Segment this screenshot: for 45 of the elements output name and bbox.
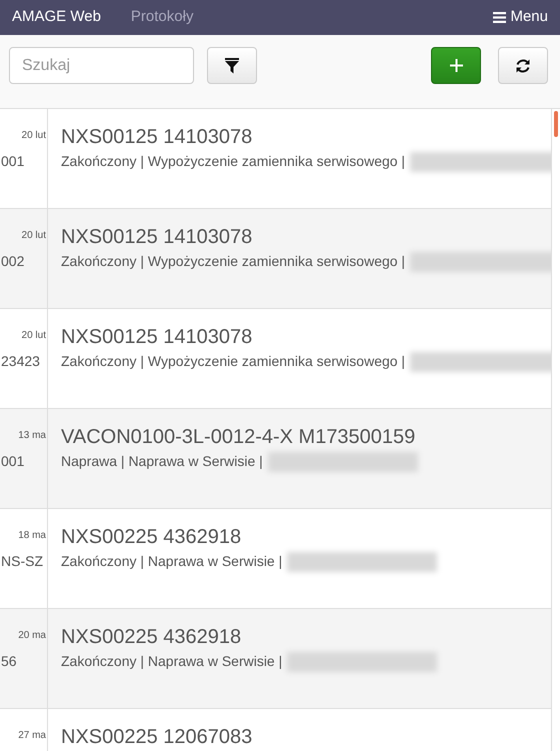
row-title: NXS00125 14103078 bbox=[61, 225, 254, 250]
row-date: 20 lut bbox=[22, 329, 46, 343]
filter-button[interactable] bbox=[207, 47, 257, 84]
refresh-button[interactable] bbox=[498, 47, 548, 84]
plus-icon bbox=[450, 59, 462, 72]
row-title: NXS00125 14103078 bbox=[61, 325, 254, 350]
nav-link[interactable]: Protokoły bbox=[130, 6, 194, 29]
app-brand[interactable]: AMAGE Web bbox=[12, 6, 101, 29]
row-title: NXS00225 4362918 bbox=[61, 525, 242, 550]
list-row[interactable]: 18 ma NS-SZ NXS00225 4362918 Zakończony | Naprawa w Serwisie | bbox=[0, 509, 551, 609]
refresh-icon bbox=[515, 58, 531, 74]
row-number: 002 bbox=[0, 252, 24, 271]
scrollbar[interactable] bbox=[551, 109, 560, 751]
list-row[interactable]: 20 lut 002 NXS00125 14103078 Zakończony | Wypożyczenie zamiennika serwisowego | bbox=[0, 209, 551, 309]
row-number: 56 bbox=[0, 652, 17, 671]
row-number: NS-SZ bbox=[0, 552, 43, 571]
row-number: 001 bbox=[0, 452, 24, 471]
list-row[interactable]: 20 lut 001 NXS00125 14103078 Zakończony | Wypożyczenie zamiennika serwisowego | bbox=[0, 109, 551, 209]
search-field[interactable]: Szukaj bbox=[9, 47, 194, 84]
row-number: 001 bbox=[0, 152, 24, 171]
row-details: Naprawa | Naprawa w Serwisie | bbox=[61, 452, 263, 471]
list-row[interactable]: 20 ma 56 NXS00225 4362918 Zakończony | Naprawa w Serwisie | bbox=[0, 609, 551, 709]
row-date: 20 lut bbox=[22, 229, 46, 243]
row-date: 20 lut bbox=[22, 129, 46, 143]
list-row[interactable]: 20 lut 23423 NXS00125 14103078 Zakończony | Wypożyczenie zamiennika serwisowego | bbox=[0, 309, 551, 409]
row-title: NXS00225 12067083 bbox=[61, 725, 254, 750]
menu-button[interactable]: Menu bbox=[493, 6, 548, 29]
filter-icon bbox=[225, 58, 239, 74]
row-date: 20 ma bbox=[18, 629, 46, 643]
row-details: Zakończony | Naprawa w Serwisie | bbox=[61, 652, 282, 671]
menu-icon bbox=[493, 12, 506, 23]
list-row[interactable]: 13 ma 001 VACON0100-3L-0012-4-X M173500159 Naprawa | Naprawa w Serwisie | bbox=[0, 409, 551, 509]
row-details: Zakończony | Wypożyczenie zamiennika serwisowego | bbox=[61, 152, 406, 171]
row-details: Zakończony | Wypożyczenie zamiennika serwisowego | bbox=[61, 252, 406, 271]
row-number: 23423 bbox=[0, 352, 40, 371]
row-details: Zakończony | Naprawa w Serwisie | bbox=[61, 552, 282, 571]
row-title: VACON0100-3L-0012-4-X M173500159 bbox=[61, 425, 416, 450]
row-details: Zakończony | Wypożyczenie zamiennika serwisowego | bbox=[61, 352, 406, 371]
row-title: NXS00225 4362918 bbox=[61, 625, 242, 650]
row-title: NXS00125 14103078 bbox=[61, 125, 254, 150]
row-date: 27 ma bbox=[18, 729, 46, 743]
row-date: 18 ma bbox=[18, 529, 46, 543]
add-button[interactable] bbox=[431, 47, 481, 84]
row-date: 13 ma bbox=[18, 429, 46, 443]
scrollbar-thumb[interactable] bbox=[554, 111, 558, 137]
